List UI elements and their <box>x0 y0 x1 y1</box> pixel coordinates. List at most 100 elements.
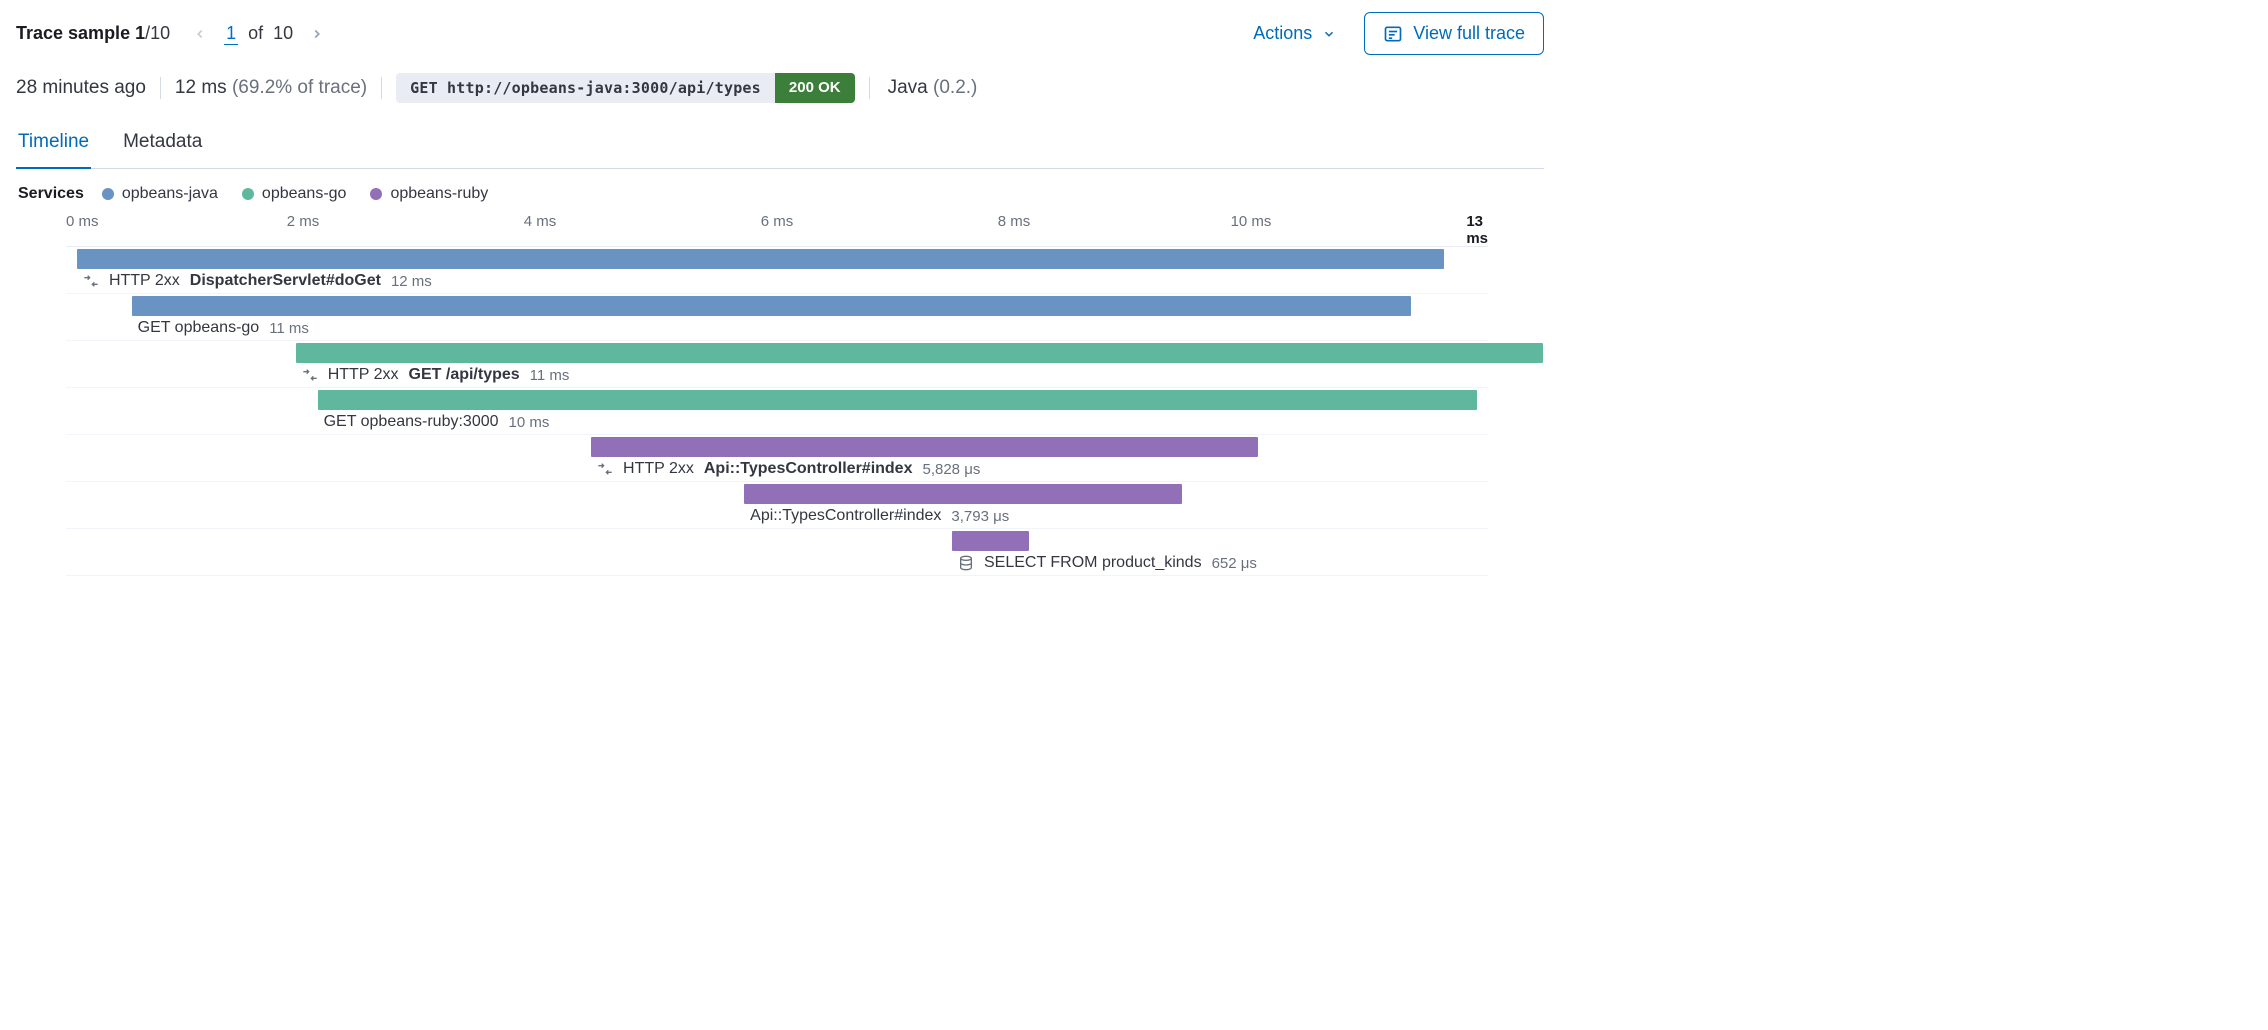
meta-sep <box>160 77 161 99</box>
header-left: Trace sample 1/10 1 of 10 <box>16 20 331 48</box>
tab-timeline[interactable]: Timeline <box>16 121 91 169</box>
legend-item-label: opbeans-java <box>122 185 218 203</box>
header-right: Actions View full trace <box>1243 12 1544 55</box>
bar-track <box>66 390 1488 410</box>
title-current: 1 <box>135 23 145 43</box>
meta-lang-name: Java <box>888 77 928 98</box>
legend-item-label: opbeans-ruby <box>390 185 488 203</box>
view-full-label: View full trace <box>1413 23 1525 44</box>
span-name: Api::TypesController#index <box>750 507 941 525</box>
legend-item[interactable]: opbeans-ruby <box>370 185 488 203</box>
span-status: HTTP 2xx <box>109 272 180 290</box>
span-label-line: GET opbeans-go 11 ms <box>66 316 1488 337</box>
axis-tick: 8 ms <box>998 213 1031 230</box>
pager-prev-button[interactable] <box>186 20 214 48</box>
span-bar[interactable] <box>132 296 1412 316</box>
legend-item[interactable]: opbeans-java <box>102 185 218 203</box>
time-axis: 0 ms2 ms4 ms6 ms8 ms10 ms13 ms <box>66 213 1488 247</box>
waterfall-row[interactable]: HTTP 2xx Api::TypesController#index 5,828 … <box>66 435 1488 482</box>
meta-lang-ver: (0.2.) <box>933 77 977 98</box>
span-bar[interactable] <box>744 484 1182 504</box>
span-name: GET /api/types <box>409 366 520 384</box>
span-name: GET opbeans-go <box>138 319 260 337</box>
pager-next-button[interactable] <box>303 20 331 48</box>
axis-tick: 0 ms <box>66 213 99 230</box>
span-label-line: HTTP 2xx Api::TypesController#index 5,828 … <box>66 457 1488 478</box>
incoming-arrows-icon <box>302 368 318 382</box>
trace-sample-title: Trace sample 1/10 <box>16 23 170 44</box>
services-legend: Services opbeans-java opbeans-go opbeans… <box>16 185 1544 203</box>
meta-sep <box>381 77 382 99</box>
span-label-line: SELECT FROM product_kinds 652 μs <box>66 551 1488 572</box>
span-duration: 652 μs <box>1212 555 1257 572</box>
meta-age: 28 minutes ago <box>16 77 146 99</box>
legend-dot-icon <box>370 188 382 200</box>
actions-label: Actions <box>1253 23 1312 44</box>
meta-pct: (69.2% of trace) <box>232 77 367 98</box>
span-label-line: HTTP 2xx GET /api/types 11 ms <box>66 363 1488 384</box>
axis-tick: 10 ms <box>1231 213 1272 230</box>
bar-track <box>66 343 1488 363</box>
span-duration: 12 ms <box>391 273 432 290</box>
database-icon <box>958 555 974 571</box>
bar-track <box>66 296 1488 316</box>
span-duration: 10 ms <box>509 414 550 431</box>
span-status: HTTP 2xx <box>328 366 399 384</box>
span-name: DispatcherServlet#doGet <box>190 272 381 290</box>
pager-current[interactable]: 1 <box>224 23 238 45</box>
legend-dot-icon <box>102 188 114 200</box>
bar-track <box>66 484 1488 504</box>
waterfall-row[interactable]: HTTP 2xx GET /api/types 11 ms <box>66 341 1488 388</box>
pager-of-label: of <box>248 23 263 44</box>
span-label-line: HTTP 2xx DispatcherServlet#doGet 12 ms <box>66 269 1488 290</box>
incoming-arrows-icon <box>83 274 99 288</box>
span-name: Api::TypesController#index <box>704 460 913 478</box>
span-duration: 11 ms <box>269 320 309 337</box>
span-label-line: Api::TypesController#index 3,793 μs <box>66 504 1488 525</box>
axis-tick: 4 ms <box>524 213 557 230</box>
header: Trace sample 1/10 1 of 10 Actions View f… <box>16 12 1544 55</box>
pager: 1 of 10 <box>186 20 331 48</box>
title-prefix: Trace sample <box>16 23 135 43</box>
axis-tick: 6 ms <box>761 213 794 230</box>
span-bar[interactable] <box>77 249 1444 269</box>
span-bar[interactable] <box>952 531 1029 551</box>
pager-total: 10 <box>273 23 293 44</box>
trace-icon <box>1383 24 1403 44</box>
span-duration: 3,793 μs <box>951 508 1009 525</box>
http-request: GET http://opbeans-java:3000/api/types <box>396 73 775 103</box>
tab-metadata[interactable]: Metadata <box>121 121 204 169</box>
span-status: HTTP 2xx <box>623 460 694 478</box>
bar-track <box>66 531 1488 551</box>
chevron-down-icon <box>1322 27 1336 41</box>
tabs: Timeline Metadata <box>16 121 1544 169</box>
span-bar[interactable] <box>296 343 1543 363</box>
actions-dropdown[interactable]: Actions <box>1243 17 1346 50</box>
legend-item[interactable]: opbeans-go <box>242 185 347 203</box>
span-duration: 5,828 μs <box>922 461 980 478</box>
span-label-line: GET opbeans-ruby:3000 10 ms <box>66 410 1488 431</box>
http-chip: GET http://opbeans-java:3000/api/types 2… <box>396 73 854 103</box>
waterfall-row[interactable]: GET opbeans-go 11 ms <box>66 294 1488 341</box>
waterfall-row[interactable]: GET opbeans-ruby:3000 10 ms <box>66 388 1488 435</box>
bar-track <box>66 249 1488 269</box>
span-name: GET opbeans-ruby:3000 <box>324 413 499 431</box>
legend-item-label: opbeans-go <box>262 185 347 203</box>
legend-label: Services <box>18 185 84 203</box>
waterfall-row[interactable]: SELECT FROM product_kinds 652 μs <box>66 529 1488 576</box>
http-status: 200 OK <box>775 73 855 103</box>
span-bar[interactable] <box>318 390 1477 410</box>
meta-duration: 12 ms <box>175 77 227 98</box>
view-full-trace-button[interactable]: View full trace <box>1364 12 1544 55</box>
meta-lang: Java (0.2.) <box>888 77 978 99</box>
span-duration: 11 ms <box>530 367 570 384</box>
waterfall-row[interactable]: Api::TypesController#index 3,793 μs <box>66 482 1488 529</box>
axis-tick: 13 ms <box>1466 213 1488 247</box>
incoming-arrows-icon <box>597 462 613 476</box>
span-bar[interactable] <box>591 437 1258 457</box>
waterfall: HTTP 2xx DispatcherServlet#doGet 12 ms GET … <box>66 247 1488 576</box>
bar-track <box>66 437 1488 457</box>
meta-sep <box>869 77 870 99</box>
waterfall-row[interactable]: HTTP 2xx DispatcherServlet#doGet 12 ms <box>66 247 1488 294</box>
span-name: SELECT FROM product_kinds <box>984 554 1202 572</box>
